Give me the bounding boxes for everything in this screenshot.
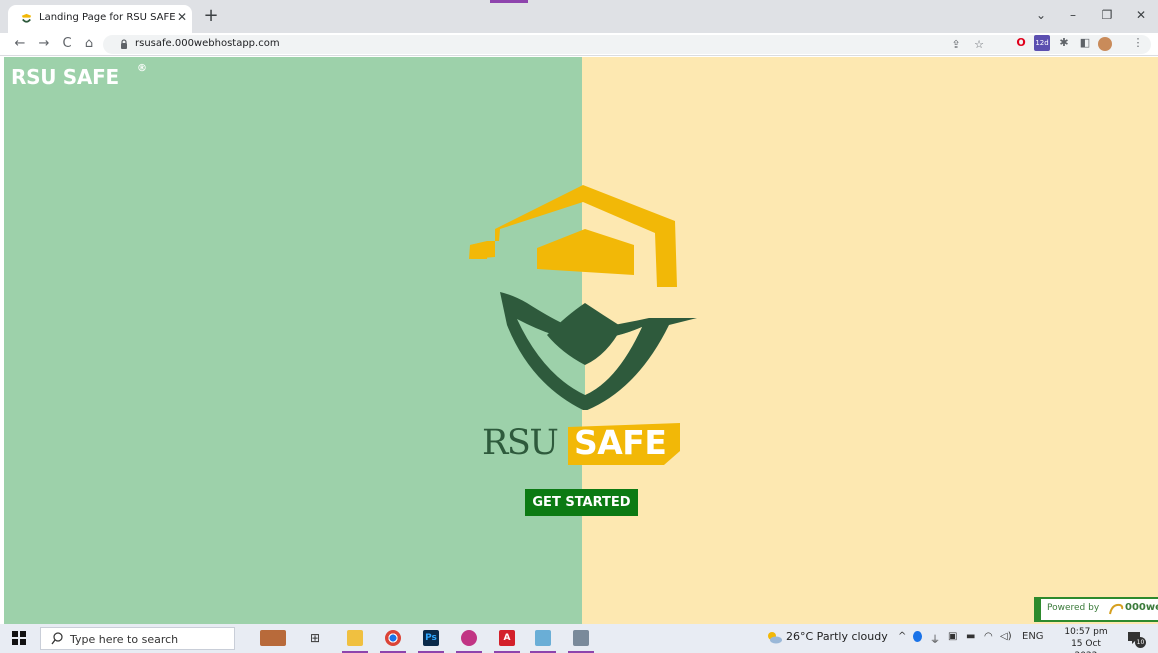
clock-time: 10:57 pm bbox=[1064, 627, 1108, 637]
powered-by-badge[interactable]: Powered by 000we bbox=[1034, 597, 1158, 622]
acrobat-icon[interactable]: A bbox=[494, 627, 520, 653]
tab-search-icon[interactable]: ⌄ bbox=[1030, 6, 1052, 24]
back-button[interactable]: ← bbox=[12, 36, 28, 52]
powered-by-inner: Powered by 000we bbox=[1041, 599, 1158, 620]
xampp-icon[interactable] bbox=[568, 627, 594, 653]
profile-avatar[interactable] bbox=[1098, 37, 1112, 51]
clock-date: 15 Oct 2022 bbox=[1071, 639, 1101, 653]
language-indicator[interactable]: ENG bbox=[1022, 631, 1044, 642]
wifi-icon[interactable]: ◠ bbox=[984, 631, 993, 642]
wordmark-safe: SAFE bbox=[574, 423, 667, 462]
address-bar[interactable]: rsusafe.000webhostapp.com ⇪ ☆ bbox=[103, 35, 1151, 54]
browser-toolbar: ← → C ⌂ rsusafe.000webhostapp.com ⇪ ☆ O … bbox=[0, 33, 1158, 56]
windows-taskbar: Type here to search ⊞ Ps A 26°C Partly c… bbox=[0, 624, 1158, 653]
side-panel-icon[interactable]: ◧ bbox=[1077, 35, 1093, 51]
forward-button[interactable]: → bbox=[36, 36, 52, 52]
browser-tab[interactable]: Landing Page for RSU SAFE ✕ bbox=[8, 5, 192, 33]
chrome-icon[interactable] bbox=[380, 627, 406, 653]
tab-title: Landing Page for RSU SAFE bbox=[39, 12, 176, 23]
search-placeholder: Type here to search bbox=[70, 633, 179, 646]
widgets-app-icon[interactable] bbox=[258, 627, 288, 651]
screen: Landing Page for RSU SAFE ✕ + ⌄ – ❐ ✕ ← … bbox=[0, 0, 1158, 653]
browser-menu-icon[interactable]: ⋮ bbox=[1130, 35, 1146, 51]
tab-strip-accent bbox=[490, 0, 528, 3]
landing-page: RSU SAFE ® RSU SAFE GET STARTED Powered … bbox=[4, 57, 1158, 624]
partly-cloudy-icon[interactable] bbox=[766, 630, 782, 644]
minimize-button[interactable]: – bbox=[1062, 6, 1084, 24]
messenger-icon[interactable] bbox=[456, 627, 482, 653]
weather-text[interactable]: 26°C Partly cloudy bbox=[786, 630, 888, 643]
taskbar-search-input[interactable]: Type here to search bbox=[40, 627, 235, 650]
new-tab-button[interactable]: + bbox=[202, 7, 220, 25]
windows-start-icon[interactable] bbox=[12, 631, 26, 645]
lock-icon bbox=[121, 39, 127, 49]
close-window-button[interactable]: ✕ bbox=[1130, 6, 1152, 24]
restore-button[interactable]: ❐ bbox=[1096, 6, 1118, 24]
outlook-icon[interactable] bbox=[530, 627, 556, 653]
brand-title[interactable]: RSU SAFE bbox=[11, 65, 119, 89]
file-explorer-icon[interactable] bbox=[342, 627, 368, 653]
share-icon[interactable]: ⇪ bbox=[948, 37, 964, 53]
reload-button[interactable]: C bbox=[59, 36, 75, 52]
extensions-puzzle-icon[interactable]: ✱ bbox=[1056, 35, 1072, 51]
tray-chevron-icon[interactable]: ^ bbox=[898, 631, 906, 642]
opera-extension-icon[interactable]: O bbox=[1013, 35, 1029, 51]
tray-display-icon[interactable]: ▣ bbox=[948, 631, 957, 642]
battery-icon[interactable]: ▬ bbox=[966, 631, 975, 642]
volume-icon[interactable]: ◁) bbox=[1000, 631, 1012, 642]
calendar-extension-icon[interactable]: 12d bbox=[1034, 35, 1050, 51]
registered-mark: ® bbox=[137, 63, 147, 74]
powered-by-brand: 000we bbox=[1125, 602, 1158, 613]
host-logo-icon bbox=[1109, 603, 1124, 615]
favicon-icon bbox=[21, 13, 32, 23]
tab-close-icon[interactable]: ✕ bbox=[174, 9, 190, 25]
wordmark-rsu: RSU bbox=[482, 423, 559, 463]
browser-tab-strip: Landing Page for RSU SAFE ✕ + ⌄ – ❐ ✕ bbox=[0, 0, 1158, 33]
get-started-button[interactable]: GET STARTED bbox=[525, 489, 638, 516]
photoshop-icon[interactable]: Ps bbox=[418, 627, 444, 653]
search-icon bbox=[51, 632, 63, 645]
task-view-icon[interactable]: ⊞ bbox=[302, 627, 328, 651]
shield-logo-icon bbox=[469, 185, 697, 410]
home-button[interactable]: ⌂ bbox=[81, 36, 97, 52]
bookmark-star-icon[interactable]: ☆ bbox=[971, 37, 987, 53]
powered-by-text: Powered by bbox=[1047, 603, 1100, 613]
notification-count-badge: 10 bbox=[1135, 637, 1146, 648]
url-text: rsusafe.000webhostapp.com bbox=[135, 38, 280, 49]
rsu-safe-wordmark: RSU SAFE bbox=[482, 419, 682, 467]
clock[interactable]: 10:57 pm 15 Oct 2022 bbox=[1062, 626, 1110, 653]
tray-app-icon[interactable] bbox=[913, 631, 922, 642]
tray-usb-icon[interactable]: ⏚ bbox=[930, 631, 940, 646]
